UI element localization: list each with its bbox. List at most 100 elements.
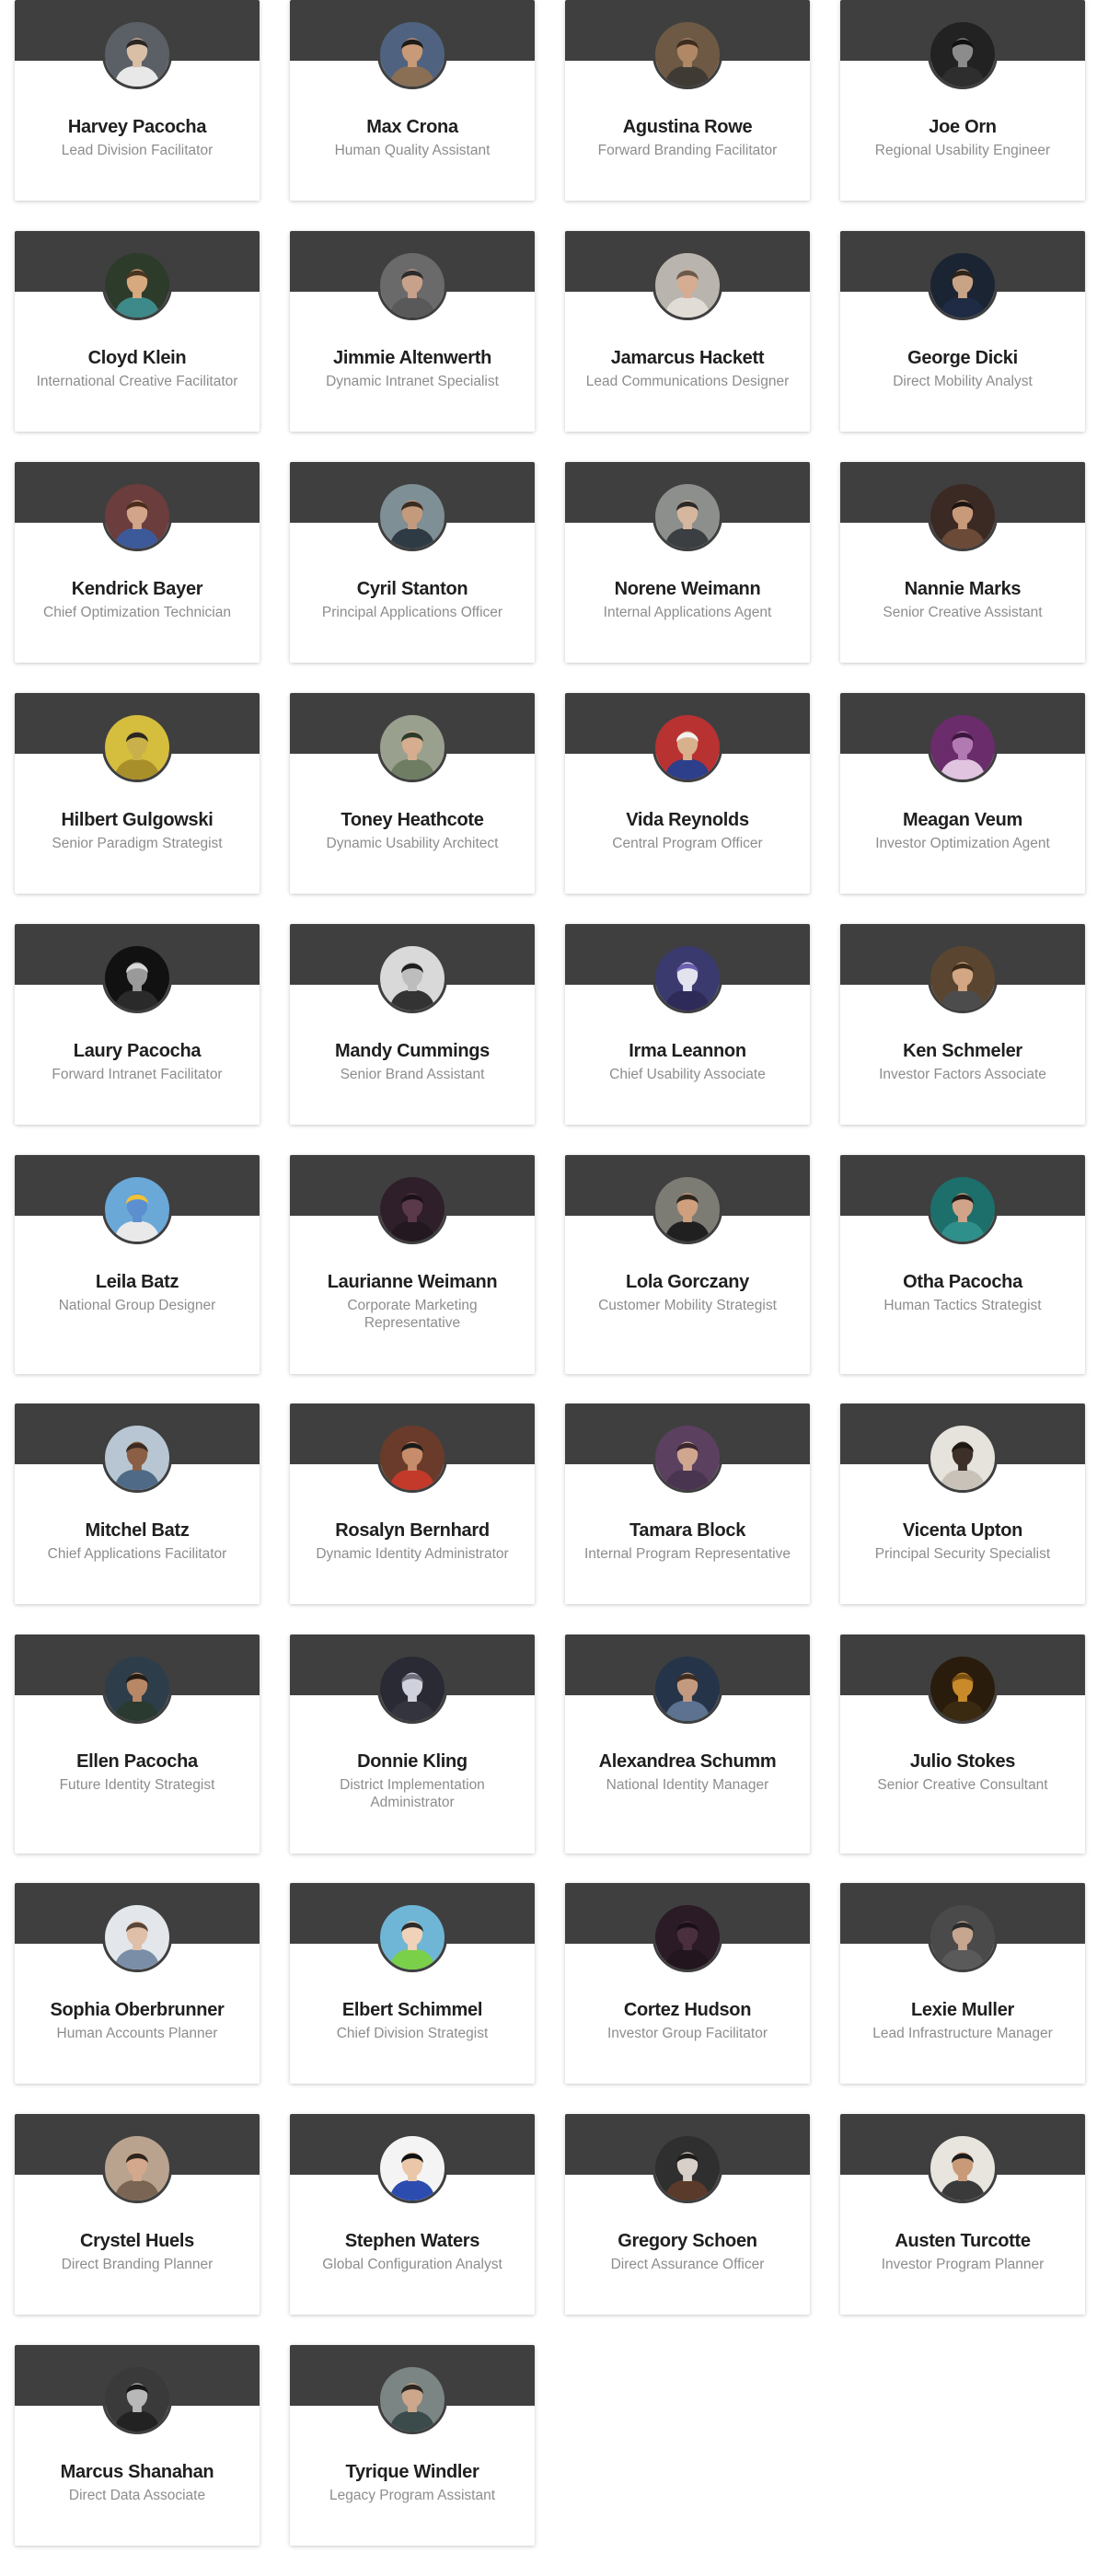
- profile-card[interactable]: Elbert Schimmel Chief Division Strategist: [290, 1883, 535, 2084]
- profile-card[interactable]: Cortez Hudson Investor Group Facilitator: [565, 1883, 810, 2084]
- avatar[interactable]: [652, 1902, 722, 1972]
- profile-card[interactable]: Mandy Cummings Senior Brand Assistant: [290, 924, 535, 1125]
- profile-card[interactable]: Donnie Kling District Implementation Admi…: [290, 1635, 535, 1854]
- profile-card[interactable]: Austen Turcotte Investor Program Planner: [840, 2114, 1085, 2315]
- profile-card[interactable]: Hilbert Gulgowski Senior Paradigm Strateg…: [15, 693, 260, 894]
- person-job-title: Internal Program Representative: [583, 1546, 791, 1562]
- profile-card[interactable]: George Dicki Direct Mobility Analyst: [840, 231, 1085, 432]
- avatar[interactable]: [102, 1902, 172, 1972]
- person-job-title: Senior Paradigm Strategist: [52, 836, 223, 851]
- avatar[interactable]: [102, 2133, 172, 2203]
- profile-card[interactable]: Rosalyn Bernhard Dynamic Identity Adminis…: [290, 1404, 535, 1604]
- profile-card[interactable]: Gregory Schoen Direct Assurance Officer: [565, 2114, 810, 2315]
- profile-card[interactable]: Otha Pacocha Human Tactics Strategist: [840, 1155, 1085, 1374]
- avatar[interactable]: [928, 481, 998, 551]
- profile-card[interactable]: Cyril Stanton Principal Applications Offi…: [290, 462, 535, 663]
- person-job-title: Dynamic Intranet Specialist: [326, 374, 499, 389]
- profile-card[interactable]: Kendrick Bayer Chief Optimization Technic…: [15, 462, 260, 663]
- avatar[interactable]: [928, 2133, 998, 2203]
- profile-card[interactable]: Max Crona Human Quality Assistant: [290, 0, 535, 201]
- profile-card[interactable]: Julio Stokes Senior Creative Consultant: [840, 1635, 1085, 1854]
- profile-card[interactable]: Lexie Muller Lead Infrastructure Manager: [840, 1883, 1085, 2084]
- avatar[interactable]: [652, 2133, 722, 2203]
- profile-card[interactable]: Sophia Oberbrunner Human Accounts Planner: [15, 1883, 260, 2084]
- profile-card[interactable]: Cloyd Klein International Creative Facili…: [15, 231, 260, 432]
- person-job-title: Legacy Program Assistant: [329, 2488, 496, 2503]
- avatar[interactable]: [102, 1423, 172, 1493]
- avatar[interactable]: [652, 1174, 722, 1244]
- avatar[interactable]: [102, 1654, 172, 1724]
- avatar[interactable]: [377, 712, 447, 782]
- avatar[interactable]: [377, 943, 447, 1013]
- profile-card[interactable]: Harvey Pacocha Lead Division Facilitator: [15, 0, 260, 201]
- person-name: Kendrick Bayer: [71, 579, 203, 599]
- profile-card[interactable]: Agustina Rowe Forward Branding Facilitato…: [565, 0, 810, 201]
- profile-card[interactable]: Vicenta Upton Principal Security Speciali…: [840, 1404, 1085, 1604]
- avatar[interactable]: [928, 1654, 998, 1724]
- avatar[interactable]: [652, 712, 722, 782]
- person-job-title: Global Configuration Analyst: [322, 2257, 502, 2272]
- profile-card[interactable]: Vida Reynolds Central Program Officer: [565, 693, 810, 894]
- person-job-title: International Creative Facilitator: [36, 374, 238, 389]
- avatar[interactable]: [377, 19, 447, 89]
- avatar[interactable]: [652, 1423, 722, 1493]
- profile-card[interactable]: Tamara Block Internal Program Representat…: [565, 1404, 810, 1604]
- avatar[interactable]: [652, 19, 722, 89]
- profile-card[interactable]: Mitchel Batz Chief Applications Facilitat…: [15, 1404, 260, 1604]
- person-job-title: Dynamic Identity Administrator: [316, 1546, 509, 1562]
- avatar[interactable]: [102, 19, 172, 89]
- profile-card[interactable]: Ken Schmeler Investor Factors Associate: [840, 924, 1085, 1125]
- person-name: Elbert Schimmel: [341, 2000, 483, 2020]
- avatar[interactable]: [102, 250, 172, 320]
- avatar[interactable]: [928, 1423, 998, 1493]
- profile-card[interactable]: Marcus Shanahan Direct Data Associate: [15, 2345, 260, 2546]
- person-job-title: Direct Data Associate: [68, 2488, 206, 2503]
- profile-card[interactable]: Irma Leannon Chief Usability Associate: [565, 924, 810, 1125]
- avatar[interactable]: [102, 712, 172, 782]
- profile-card[interactable]: Crystel Huels Direct Branding Planner: [15, 2114, 260, 2315]
- profile-card[interactable]: Toney Heathcote Dynamic Usability Archite…: [290, 693, 535, 894]
- avatar[interactable]: [377, 250, 447, 320]
- avatar[interactable]: [652, 1654, 722, 1724]
- avatar[interactable]: [652, 250, 722, 320]
- person-name: Jamarcus Hackett: [610, 348, 765, 368]
- avatar[interactable]: [377, 1902, 447, 1972]
- profile-card[interactable]: Leila Batz National Group Designer: [15, 1155, 260, 1374]
- avatar[interactable]: [652, 943, 722, 1013]
- person-job-title: Principal Applications Officer: [321, 605, 503, 620]
- profile-card[interactable]: Alexandrea Schumm National Identity Manag…: [565, 1635, 810, 1854]
- avatar[interactable]: [102, 943, 172, 1013]
- avatar[interactable]: [928, 250, 998, 320]
- profile-card[interactable]: Ellen Pacocha Future Identity Strategist: [15, 1635, 260, 1854]
- avatar[interactable]: [377, 1423, 447, 1493]
- person-job-title: Investor Factors Associate: [879, 1067, 1046, 1082]
- avatar[interactable]: [377, 1174, 447, 1244]
- profile-card[interactable]: Laurianne Weimann Corporate Marketing Rep…: [290, 1155, 535, 1374]
- avatar[interactable]: [652, 481, 722, 551]
- avatar[interactable]: [102, 1174, 172, 1244]
- avatar[interactable]: [928, 712, 998, 782]
- profile-card[interactable]: Joe Orn Regional Usability Engineer: [840, 0, 1085, 201]
- avatar[interactable]: [377, 2133, 447, 2203]
- profile-card[interactable]: Jimmie Altenwerth Dynamic Intranet Specia…: [290, 231, 535, 432]
- profile-card[interactable]: Jamarcus Hackett Lead Communications Desi…: [565, 231, 810, 432]
- profile-card[interactable]: Stephen Waters Global Configuration Analy…: [290, 2114, 535, 2315]
- person-name: Rosalyn Bernhard: [335, 1520, 490, 1541]
- avatar[interactable]: [377, 481, 447, 551]
- profile-card[interactable]: Lola Gorczany Customer Mobility Strategis…: [565, 1155, 810, 1374]
- avatar[interactable]: [928, 943, 998, 1013]
- avatar[interactable]: [928, 1174, 998, 1244]
- profile-card[interactable]: Laury Pacocha Forward Intranet Facilitato…: [15, 924, 260, 1125]
- person-name: Joe Orn: [929, 117, 997, 137]
- profile-card[interactable]: Nannie Marks Senior Creative Assistant: [840, 462, 1085, 663]
- avatar[interactable]: [377, 2364, 447, 2434]
- avatar[interactable]: [928, 1902, 998, 1972]
- avatar[interactable]: [102, 481, 172, 551]
- avatar[interactable]: [377, 1654, 447, 1724]
- profile-card[interactable]: Meagan Veum Investor Optimization Agent: [840, 693, 1085, 894]
- avatar[interactable]: [928, 19, 998, 89]
- avatar[interactable]: [102, 2364, 172, 2434]
- profile-card[interactable]: Tyrique Windler Legacy Program Assistant: [290, 2345, 535, 2546]
- person-job-title: Investor Program Planner: [881, 2257, 1045, 2272]
- profile-card[interactable]: Norene Weimann Internal Applications Agen…: [565, 462, 810, 663]
